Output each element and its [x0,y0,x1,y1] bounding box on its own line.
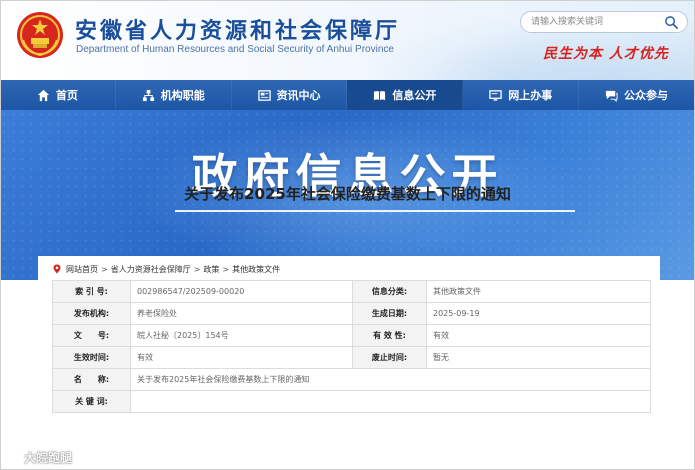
watermark: 大皖跑腿 [6,448,72,466]
repeal-value: 暂无 [426,346,651,369]
category-value: 其他政策文件 [426,280,651,303]
home-icon [37,89,49,101]
site-subtitle: Department of Human Resources and Social… [76,44,394,55]
category-label: 信息分类: [352,280,427,303]
docno-value: 皖人社秘〔2025〕154号 [130,324,353,347]
breadcrumb-link-other-policy[interactable]: 其他政策文件 [232,264,280,275]
date-label: 生成日期: [352,302,427,325]
nav-item-label: 资讯中心 [276,89,321,102]
table-row: 生效时间: 有效 废止时间: 暂无 [52,346,651,369]
banner-underline [175,210,575,212]
location-icon [53,264,61,274]
table-row: 发布机构: 养老保险处 生成日期: 2025-09-19 [52,302,651,325]
date-value: 2025-09-19 [426,302,651,325]
table-row: 名 称: 关于发布2025年社会保险缴费基数上下限的通知 [52,368,651,391]
nav-item-label: 公众参与 [624,89,669,102]
breadcrumb-separator: > [193,264,201,274]
breadcrumb-link-department[interactable]: 省人力资源社会保障厅 [111,264,191,275]
breadcrumb-separator: > [222,264,230,274]
table-row: 文 号: 皖人社秘〔2025〕154号 有 效 性: 有效 [52,324,651,347]
nav-item-label: 网上办事 [508,89,553,102]
site-title: 安徽省人力资源和社会保障厅 [75,19,401,44]
keywords-value [130,390,651,413]
main-nav: 首页 机构职能 资讯中心 信息公开 网上办事 公众参与 [0,80,695,110]
docno-label: 文 号: [52,324,131,347]
repeal-label: 废止时间: [352,346,427,369]
nav-item-home[interactable]: 首页 [0,80,116,110]
watermark-text: 大皖跑腿 [24,450,73,465]
publisher-label: 发布机构: [52,302,131,325]
news-icon [257,89,271,101]
document-title: 关于发布2025年社会保险缴费基数上下限的通知 [184,185,511,203]
nav-item-online-service[interactable]: 网上办事 [463,80,580,110]
monitor-icon [489,89,502,101]
breadcrumb-link-policy[interactable]: 政策 [203,264,219,275]
nav-item-info-disclosure[interactable]: 信息公开 [347,80,464,110]
nav-item-organization[interactable]: 机构职能 [116,80,232,110]
breadcrumb-separator: > [101,264,108,274]
publisher-value: 养老保险处 [130,302,353,325]
national-emblem-icon [17,12,63,58]
validity-value: 有效 [426,324,651,347]
search-box [520,11,688,33]
breadcrumb: 网站首页 > 省人力资源社会保障厅 > 政策 > 其他政策文件 [52,262,280,276]
name-label: 名 称: [52,368,131,391]
slogan: 民生为本 人才优先 [543,46,669,62]
index-label: 索 引 号: [52,280,131,303]
book-icon [374,90,386,100]
effective-label: 生效时间: [52,346,131,369]
nav-item-label: 机构职能 [160,89,205,102]
org-icon [142,89,154,101]
nav-item-public-participation[interactable]: 公众参与 [579,80,695,110]
table-row: 关 键 词: [52,390,651,413]
document-info-table: 索 引 号: 002986547/202509-00020 信息分类: 其他政策… [52,280,651,413]
watermark-logo-icon [6,451,21,463]
index-value: 002986547/202509-00020 [130,280,353,303]
breadcrumb-link-home[interactable]: 网站首页 [66,264,98,275]
content-card: 网站首页 > 省人力资源社会保障厅 > 政策 > 其他政策文件 索 引 号: 0… [38,256,660,470]
keywords-label: 关 键 词: [52,390,131,413]
validity-label: 有 效 性: [352,324,427,347]
nav-item-news[interactable]: 资讯中心 [232,80,348,110]
search-input[interactable] [531,14,659,30]
site-header: 安徽省人力资源和社会保障厅 Department of Human Resour… [0,0,695,80]
effective-value: 有效 [130,346,353,369]
nav-item-label: 首页 [55,89,78,102]
chat-icon [605,90,618,102]
nav-item-label: 信息公开 [392,89,437,102]
name-value: 关于发布2025年社会保险缴费基数上下限的通知 [130,368,651,391]
table-row: 索 引 号: 002986547/202509-00020 信息分类: 其他政策… [52,280,651,303]
search-icon[interactable] [664,15,679,30]
